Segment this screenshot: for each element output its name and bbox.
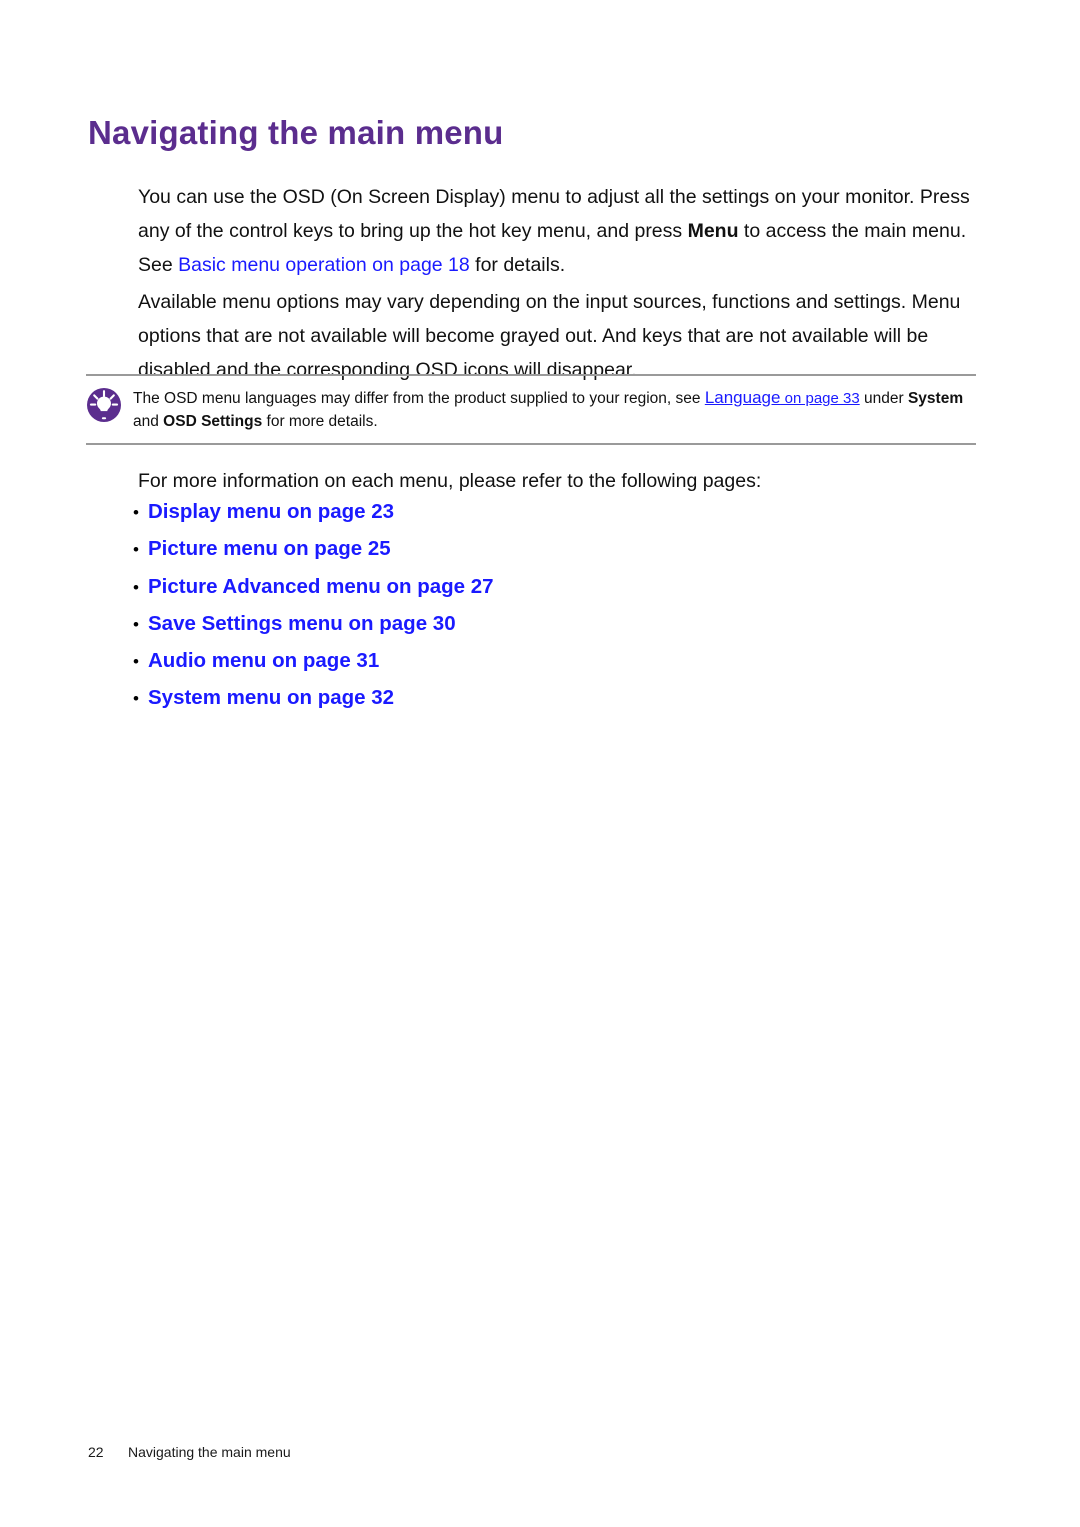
list-item[interactable]: • Display menu on page 23	[133, 494, 494, 531]
page-title: Navigating the main menu	[88, 114, 504, 152]
footer-page-number: 22	[88, 1444, 104, 1460]
document-page: Navigating the main menu You can use the…	[0, 0, 1080, 1527]
bullet-icon: •	[133, 614, 139, 634]
list-item[interactable]: • Save Settings menu on page 30	[133, 606, 494, 643]
link-picture-advanced-menu[interactable]: Picture Advanced menu on page 27	[148, 575, 494, 598]
menu-keyword: Menu	[687, 219, 739, 242]
note-text: The OSD menu languages may differ from t…	[133, 385, 976, 433]
bullet-icon: •	[133, 503, 139, 522]
link-system-menu[interactable]: System menu on page 32	[148, 686, 394, 709]
bullet-icon: •	[133, 689, 139, 709]
list-item[interactable]: • Picture Advanced menu on page 27	[133, 569, 494, 606]
bullet-icon: •	[133, 540, 139, 560]
list-item[interactable]: • System menu on page 32	[133, 680, 494, 717]
note-text-part3: and	[133, 413, 164, 430]
lightbulb-tip-icon	[86, 387, 122, 423]
footer-section-title: Navigating the main menu	[128, 1444, 291, 1460]
menu-links-list: • Display menu on page 23 • Picture menu o…	[133, 494, 494, 718]
link-language-page-33-suffix[interactable]: on page 33	[780, 390, 860, 407]
page-footer: 22 Navigating the main menu	[88, 1443, 291, 1461]
list-intro-text: For more information on each menu, pleas…	[138, 469, 762, 492]
link-language-page-33[interactable]: Language	[705, 388, 781, 407]
link-audio-menu[interactable]: Audio menu on page 31	[148, 649, 379, 672]
note-keyword-osd-settings: OSD Settings	[163, 413, 263, 430]
link-display-menu[interactable]: Display menu on page 23	[148, 500, 394, 523]
list-item[interactable]: • Audio menu on page 31	[133, 643, 494, 680]
link-picture-menu[interactable]: Picture menu on page 25	[148, 537, 391, 560]
note-text-part1: The OSD menu languages may differ from t…	[133, 390, 705, 407]
note-text-part4: for more details.	[262, 413, 378, 430]
bullet-icon: •	[133, 577, 139, 597]
note-box: The OSD menu languages may differ from t…	[86, 374, 976, 445]
list-item[interactable]: • Picture menu on page 25	[133, 531, 494, 568]
note-keyword-system: System	[907, 390, 964, 407]
bullet-icon: •	[133, 652, 139, 672]
link-save-settings-menu[interactable]: Save Settings menu on page 30	[148, 612, 456, 635]
note-text-part2: under	[859, 390, 908, 407]
availability-paragraph: Available menu options may vary dependin…	[138, 290, 961, 381]
